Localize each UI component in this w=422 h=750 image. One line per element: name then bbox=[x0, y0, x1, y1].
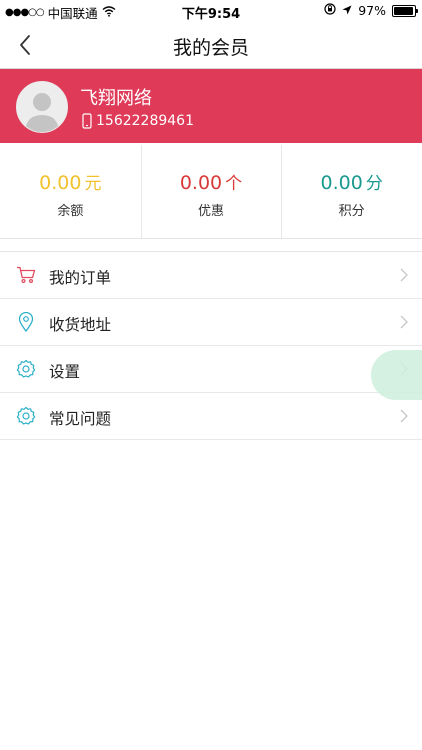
gear-icon bbox=[16, 359, 36, 379]
gear-icon bbox=[16, 406, 36, 426]
menu-item-settings[interactable]: 设置 bbox=[0, 346, 422, 393]
battery-percent: 97% bbox=[358, 3, 386, 18]
menu-item-shipping-address[interactable]: 收货地址 bbox=[0, 299, 422, 346]
menu-item-label: 收货地址 bbox=[49, 316, 112, 334]
stat-balance-label: 余额 bbox=[57, 204, 84, 219]
default-user-icon bbox=[17, 82, 67, 132]
member-menu: 我的订单 收货地址 设置 常见问题 bbox=[0, 251, 422, 440]
menu-item-label: 常见问题 bbox=[49, 410, 112, 428]
status-right: 97% bbox=[324, 3, 418, 18]
menu-item-faq[interactable]: 常见问题 bbox=[0, 393, 422, 440]
stat-coupons-unit: 个 bbox=[225, 174, 243, 194]
stat-balance-unit: 元 bbox=[84, 174, 102, 194]
battery-icon bbox=[392, 4, 418, 17]
stat-coupons-value-row: 0.00 个 bbox=[141, 169, 282, 194]
location-arrow-icon bbox=[342, 3, 352, 18]
stat-points-label: 积分 bbox=[338, 204, 365, 219]
touch-highlight bbox=[371, 350, 422, 400]
menu-item-label: 我的订单 bbox=[49, 269, 112, 287]
navigation-bar: 我的会员 bbox=[0, 22, 422, 69]
status-bar: ●●●○○ 中国联通 下午9:54 97% bbox=[0, 0, 422, 22]
stat-balance-value-row: 0.00 元 bbox=[0, 169, 141, 194]
member-name: 飞翔网络 bbox=[80, 88, 152, 109]
member-profile-header: 飞翔网络 15622289461 bbox=[0, 69, 422, 143]
avatar[interactable] bbox=[16, 81, 68, 133]
cart-icon bbox=[16, 265, 36, 285]
member-phone-row: 15622289461 bbox=[82, 113, 194, 129]
chevron-right-icon bbox=[400, 409, 408, 423]
stat-points-unit: 分 bbox=[365, 174, 383, 194]
stat-points-value: 0.00 bbox=[320, 172, 363, 194]
chevron-right-icon bbox=[400, 268, 408, 282]
stat-balance-value: 0.00 bbox=[39, 172, 82, 194]
account-stats: 0.00 元 余额 0.00 个 优惠 0.00 分 积分 bbox=[0, 143, 422, 239]
location-pin-icon bbox=[16, 312, 36, 332]
phone-icon bbox=[82, 113, 92, 129]
page-title: 我的会员 bbox=[172, 37, 249, 59]
stat-coupons-value: 0.00 bbox=[179, 172, 223, 194]
stat-points[interactable]: 0.00 分 积分 bbox=[281, 143, 422, 238]
orientation-lock-icon bbox=[324, 3, 336, 18]
menu-item-my-orders[interactable]: 我的订单 bbox=[0, 252, 422, 299]
stat-balance[interactable]: 0.00 元 余额 bbox=[0, 143, 141, 238]
stat-points-value-row: 0.00 分 bbox=[281, 169, 422, 194]
member-phone: 15622289461 bbox=[96, 113, 194, 129]
menu-item-label: 设置 bbox=[49, 363, 81, 381]
stat-coupons[interactable]: 0.00 个 优惠 bbox=[140, 143, 282, 238]
chevron-right-icon bbox=[400, 315, 408, 329]
stat-coupons-label: 优惠 bbox=[198, 204, 225, 219]
